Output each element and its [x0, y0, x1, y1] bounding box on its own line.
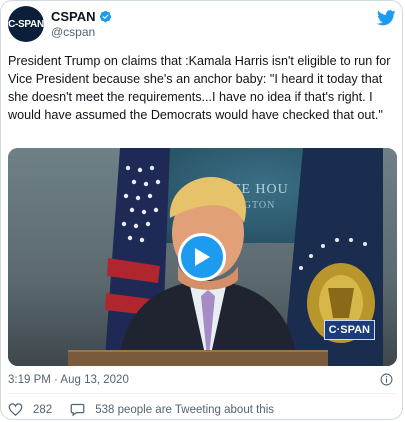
play-button[interactable]: [178, 233, 226, 281]
avatar[interactable]: C-SPAN: [8, 6, 44, 42]
tweet-actions: 282 538 people are Tweeting about this: [8, 402, 292, 417]
tweet-text: President Trump on claims that :Kamala H…: [8, 54, 391, 122]
author-names: CSPAN @cspan: [51, 9, 112, 39]
display-name-text: CSPAN: [51, 9, 96, 24]
tweet-embed-card[interactable]: C-SPAN CSPAN @cspan President Trump on c…: [0, 0, 403, 420]
author-handle[interactable]: @cspan: [51, 25, 112, 39]
avatar-text: C-SPAN: [8, 18, 44, 30]
podium: [68, 350, 328, 366]
tweet-timestamp[interactable]: 3:19 PM · Aug 13, 2020: [8, 374, 129, 386]
like-count: 282: [33, 403, 53, 416]
network-watermark: C·SPAN: [323, 320, 375, 340]
like-action[interactable]: 282: [8, 402, 52, 417]
info-icon[interactable]: [380, 373, 393, 386]
heart-icon: [8, 403, 23, 416]
conversation-label: 538 people are Tweeting about this: [95, 403, 274, 416]
verified-badge-icon: [99, 10, 111, 23]
play-icon: [195, 248, 210, 266]
author-display-name[interactable]: CSPAN: [51, 9, 112, 24]
speech-bubble-icon: [70, 403, 85, 417]
twitter-bird-icon[interactable]: [377, 10, 396, 26]
tweet-header: C-SPAN CSPAN @cspan: [8, 6, 400, 46]
divider: [8, 393, 395, 394]
conversation-action[interactable]: 538 people are Tweeting about this: [70, 402, 274, 417]
video-player[interactable]: HITE HOU HINGTON C·SPAN: [8, 148, 397, 366]
